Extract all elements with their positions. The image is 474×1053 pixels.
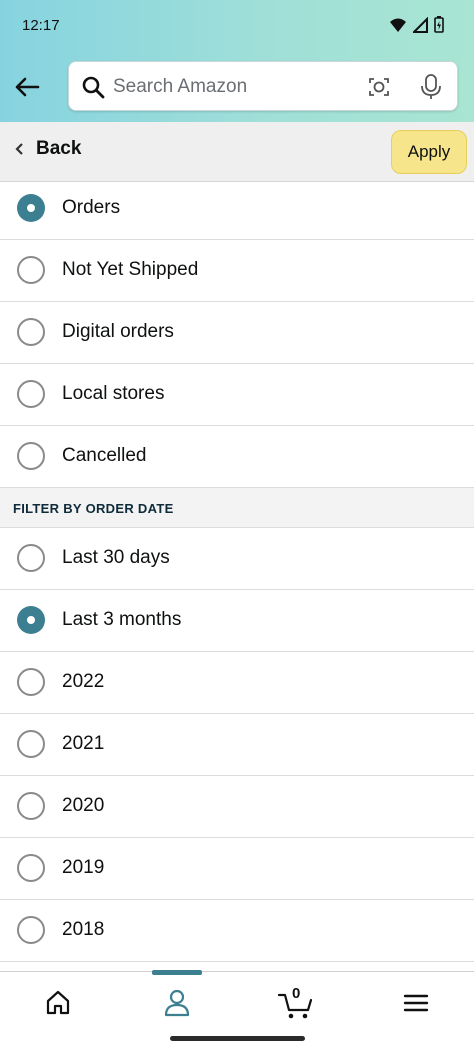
home-icon[interactable]	[38, 986, 78, 1020]
option-label: Orders	[62, 197, 121, 218]
filter-option-last-3-months[interactable]: Last 3 months	[0, 590, 474, 652]
apply-button[interactable]: Apply	[391, 130, 467, 174]
back-label: Back	[36, 138, 82, 159]
wifi-icon	[390, 18, 406, 32]
order-type-list: Orders Not Yet Shipped Digital orders Lo…	[0, 178, 474, 962]
search-icon	[82, 76, 105, 99]
radio-button[interactable]	[17, 318, 45, 346]
account-icon[interactable]	[157, 986, 197, 1020]
option-label: Local stores	[62, 383, 165, 404]
microphone-icon[interactable]	[419, 73, 443, 101]
cart-count: 0	[292, 985, 301, 1002]
filter-option-orders[interactable]: Orders	[0, 178, 474, 240]
filter-option-2022[interactable]: 2022	[0, 652, 474, 714]
radio-button[interactable]	[17, 544, 45, 572]
active-tab-indicator	[152, 970, 202, 975]
filter-option-2020[interactable]: 2020	[0, 776, 474, 838]
battery-icon	[434, 16, 444, 33]
filter-option-digital-orders[interactable]: Digital orders	[0, 302, 474, 364]
search-bar[interactable]	[68, 61, 458, 111]
status-time: 12:17	[22, 17, 60, 34]
filter-toolbar: Back Apply	[0, 122, 474, 182]
radio-button[interactable]	[17, 668, 45, 696]
option-label: 2018	[62, 919, 105, 940]
radio-button[interactable]	[17, 792, 45, 820]
option-label: Last 3 months	[62, 609, 182, 630]
filter-option-not-yet-shipped[interactable]: Not Yet Shipped	[0, 240, 474, 302]
radio-button[interactable]	[17, 916, 45, 944]
section-header-order-date: FILTER BY ORDER DATE	[0, 488, 474, 528]
option-label: Not Yet Shipped	[62, 259, 199, 280]
filter-option-2018[interactable]: 2018	[0, 900, 474, 962]
app-header: 12:17	[0, 0, 474, 122]
camera-icon[interactable]	[367, 75, 391, 99]
radio-button[interactable]	[17, 854, 45, 882]
radio-button[interactable]	[17, 442, 45, 470]
option-label: Cancelled	[62, 445, 147, 466]
filter-option-2019[interactable]: 2019	[0, 838, 474, 900]
option-label: Digital orders	[62, 321, 174, 342]
radio-button[interactable]	[17, 606, 45, 634]
chevron-left-icon	[15, 143, 23, 155]
cart-icon[interactable]: 0	[276, 985, 316, 1020]
radio-button[interactable]	[17, 380, 45, 408]
back-arrow-icon[interactable]	[12, 72, 42, 102]
system-home-indicator[interactable]	[170, 1036, 305, 1041]
radio-button[interactable]	[17, 194, 45, 222]
status-icons	[389, 16, 444, 33]
section-title: FILTER BY ORDER DATE	[13, 501, 174, 516]
radio-button[interactable]	[17, 256, 45, 284]
signal-icon	[413, 16, 428, 33]
option-label: 2022	[62, 671, 105, 692]
filter-option-local-stores[interactable]: Local stores	[0, 364, 474, 426]
filter-option-cancelled[interactable]: Cancelled	[0, 426, 474, 488]
filter-option-2021[interactable]: 2021	[0, 714, 474, 776]
search-input[interactable]	[113, 70, 353, 104]
option-label: 2020	[62, 795, 105, 816]
radio-button[interactable]	[17, 730, 45, 758]
filter-option-last-30-days[interactable]: Last 30 days	[0, 528, 474, 590]
option-label: Last 30 days	[62, 547, 170, 568]
option-label: 2019	[62, 857, 105, 878]
option-label: 2021	[62, 733, 105, 754]
back-button[interactable]: Back	[14, 138, 81, 160]
menu-icon[interactable]	[396, 986, 436, 1020]
